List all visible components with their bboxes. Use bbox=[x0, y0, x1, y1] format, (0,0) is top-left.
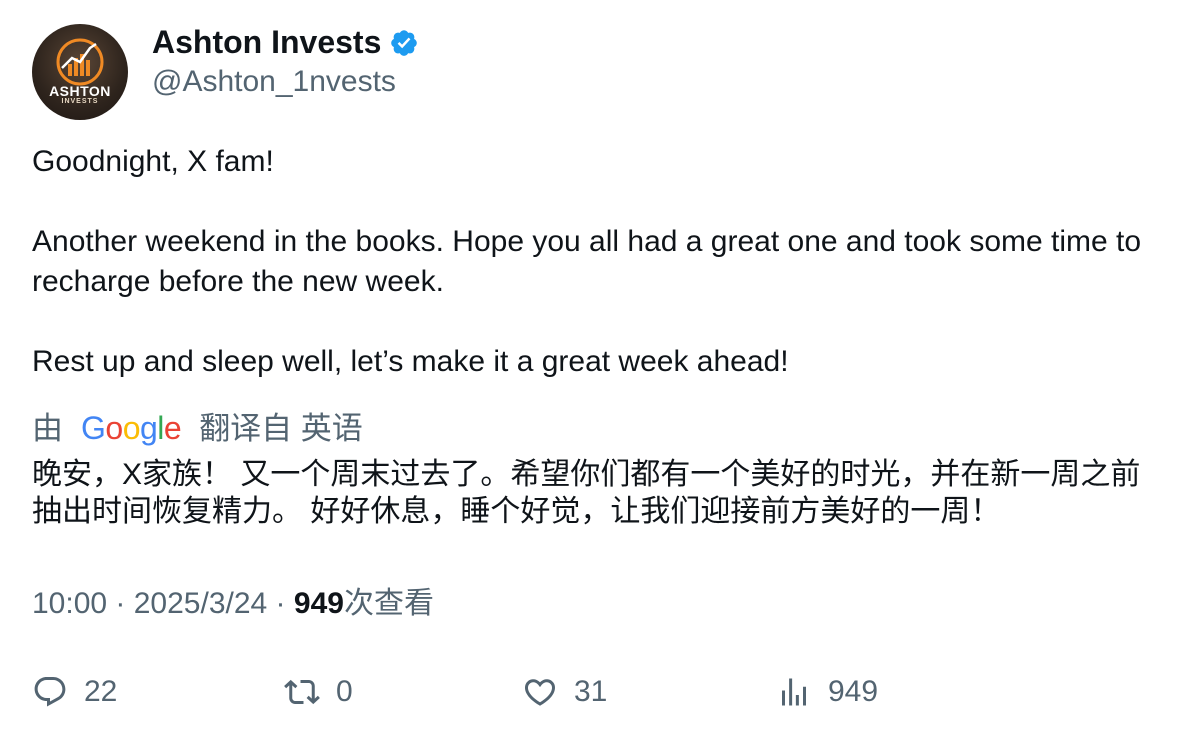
views-button[interactable]: 949 bbox=[776, 672, 878, 712]
retweet-count: 0 bbox=[336, 675, 353, 708]
meta-separator: · bbox=[107, 587, 134, 620]
avatar[interactable]: ASHTON INVESTS bbox=[32, 24, 128, 120]
tweet-meta: 10:00 · 2025/3/24 · 949次查看 bbox=[32, 584, 434, 624]
translation-by-label: 由 bbox=[32, 411, 63, 446]
tweet-text: Goodnight, X fam! Another weekend in the… bbox=[32, 145, 1142, 378]
translated-tweet-text: 晚安，X家族！ 又一个周末过去了。希望你们都有一个美好的时光，并在新一周之前抽出… bbox=[32, 458, 1141, 528]
translation-attribution: 由 Google 翻译自 英语 bbox=[32, 408, 363, 448]
avatar-brand-sub: INVESTS bbox=[61, 98, 99, 105]
tweet-time[interactable]: 10:00 bbox=[32, 587, 107, 620]
avatar-logo-icon bbox=[56, 38, 104, 86]
reply-button[interactable]: 22 bbox=[32, 672, 117, 712]
heart-icon bbox=[524, 679, 556, 706]
google-logo-icon: Google bbox=[81, 410, 182, 446]
views-count: 949 bbox=[293, 587, 344, 620]
views-label: 次查看 bbox=[343, 587, 434, 620]
meta-separator: · bbox=[267, 587, 294, 620]
avatar-brand-name: ASHTON bbox=[49, 83, 111, 99]
like-button[interactable]: 31 bbox=[522, 672, 607, 712]
views-action-count: 949 bbox=[828, 675, 879, 708]
author-handle[interactable]: @Ashton_1nvests bbox=[152, 62, 396, 102]
tweet-date[interactable]: 2025/3/24 bbox=[134, 587, 267, 620]
reply-icon bbox=[34, 677, 66, 707]
reply-count: 22 bbox=[84, 675, 118, 708]
retweet-icon bbox=[284, 679, 320, 705]
retweet-button[interactable]: 0 bbox=[284, 672, 353, 712]
author-display-name[interactable]: Ashton Invests bbox=[152, 22, 419, 62]
translation-source-label: 翻译自 英语 bbox=[199, 411, 363, 446]
views-chart-icon bbox=[782, 678, 806, 706]
verified-badge-icon bbox=[391, 30, 418, 56]
like-count: 31 bbox=[574, 675, 608, 708]
author-display-name-text[interactable]: Ashton Invests bbox=[152, 24, 381, 60]
